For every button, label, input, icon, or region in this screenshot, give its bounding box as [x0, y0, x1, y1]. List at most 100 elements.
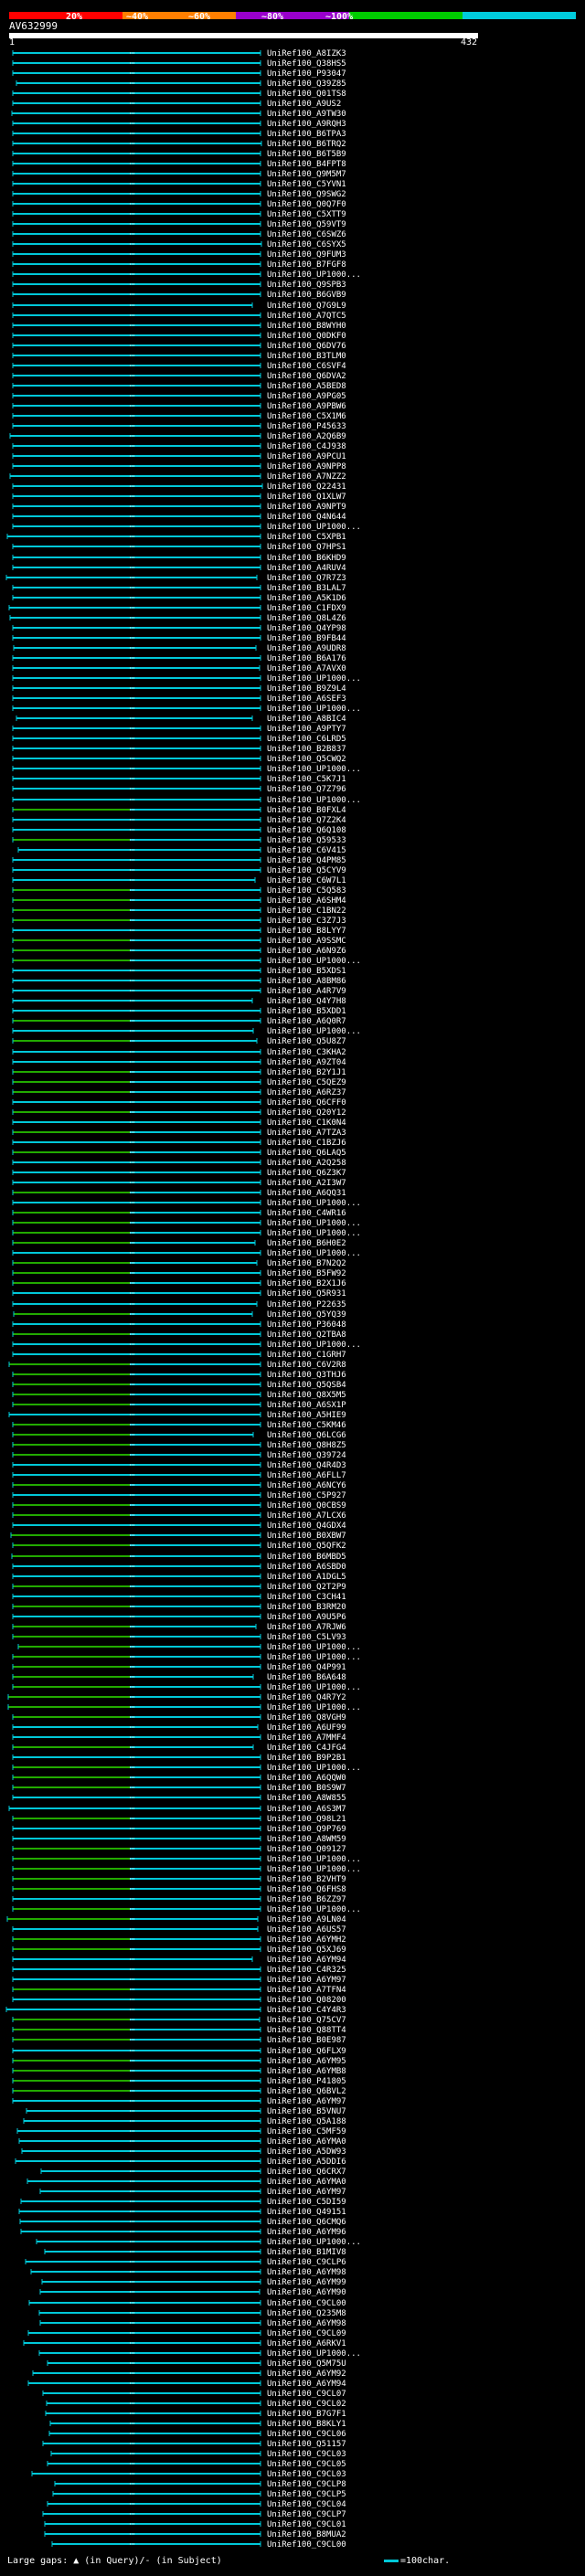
- hit-row[interactable]: UniRef100_A6Q0R7: [12, 1017, 346, 1026]
- hit-row[interactable]: UniRef100_A6YM97: [12, 1976, 346, 1985]
- hit-label[interactable]: UniRef100_A6QQ31: [267, 1189, 346, 1198]
- hit-label[interactable]: UniRef100_A6YM90: [267, 2288, 346, 2297]
- hit-label[interactable]: UniRef100_C5QEZ9: [267, 1078, 346, 1087]
- hit-label[interactable]: UniRef100_C9CL00: [267, 2299, 346, 2308]
- hit-label[interactable]: UniRef100_C9CL09: [267, 2329, 346, 2338]
- hit-row[interactable]: UniRef100_Q8X5M5: [12, 1391, 346, 1400]
- hit-row[interactable]: UniRef100_A9PCU1: [12, 452, 346, 461]
- hit-label[interactable]: UniRef100_C9CL03: [267, 2470, 346, 2479]
- hit-row[interactable]: UniRef100_A6US57: [12, 1925, 346, 1935]
- hit-label[interactable]: UniRef100_C6LRD5: [267, 735, 346, 744]
- hit-label[interactable]: UniRef100_C4R325: [267, 1966, 346, 1975]
- hit-row[interactable]: UniRef100_C3KHA2: [12, 1048, 346, 1057]
- hit-label[interactable]: UniRef100_Q9SWG2: [267, 190, 346, 199]
- hit-row[interactable]: UniRef100_B2X1J6: [12, 1279, 346, 1288]
- hit-label[interactable]: UniRef100_A6YM98: [267, 2268, 346, 2277]
- hit-label[interactable]: UniRef100_B7G7F1: [267, 2410, 346, 2419]
- hit-label[interactable]: UniRef100_Q9FUM3: [267, 250, 346, 260]
- hit-label[interactable]: UniRef100_UP1000...: [267, 2238, 361, 2247]
- hit-row[interactable]: UniRef100_Q8L4Z6: [9, 614, 346, 623]
- hit-row[interactable]: UniRef100_Q5CWQ2: [12, 755, 346, 764]
- hit-row[interactable]: UniRef100_C5QEZ9: [12, 1078, 346, 1087]
- hit-label[interactable]: UniRef100_Q4R4D3: [267, 1461, 346, 1470]
- hit-row[interactable]: UniRef100_C9CL05: [47, 2460, 346, 2469]
- hit-label[interactable]: UniRef100_A7AVX0: [267, 664, 346, 673]
- hit-label[interactable]: UniRef100_Q7R7Z3: [267, 574, 346, 583]
- hit-label[interactable]: UniRef100_A6YM97: [267, 2097, 346, 2106]
- hit-row[interactable]: UniRef100_B0FXL4: [12, 806, 346, 815]
- hit-label[interactable]: UniRef100_A9NPP8: [267, 462, 346, 472]
- hit-label[interactable]: UniRef100_A9ZT04: [267, 1058, 346, 1067]
- hit-label[interactable]: UniRef100_UP1000...: [267, 1341, 361, 1350]
- hit-label[interactable]: UniRef100_Q6CMQ6: [267, 2218, 346, 2227]
- hit-label[interactable]: UniRef100_UP1000...: [267, 1027, 361, 1036]
- hit-label[interactable]: UniRef100_Q7G9L9: [267, 302, 346, 311]
- hit-row[interactable]: UniRef100_C4R325: [12, 1966, 346, 1975]
- hit-label[interactable]: UniRef100_B6GVB9: [267, 291, 346, 300]
- hit-row[interactable]: UniRef100_C9CL09: [27, 2329, 346, 2338]
- hit-label[interactable]: UniRef100_UP1000...: [267, 270, 361, 280]
- hit-label[interactable]: UniRef100_A6FLL7: [267, 1471, 346, 1480]
- hit-row[interactable]: UniRef100_C5MF59: [16, 2127, 346, 2136]
- hit-label[interactable]: UniRef100_A2I3W7: [267, 1179, 346, 1188]
- hit-row[interactable]: UniRef100_A9PG05: [12, 392, 346, 401]
- hit-row[interactable]: UniRef100_A2Q258: [12, 1159, 346, 1168]
- hit-label[interactable]: UniRef100_B6A648: [267, 1673, 346, 1682]
- hit-label[interactable]: UniRef100_A6US57: [267, 1925, 346, 1935]
- hit-label[interactable]: UniRef100_A6YM95: [267, 2057, 346, 2066]
- hit-label[interactable]: UniRef100_A6Q0R7: [267, 1017, 346, 1026]
- hit-row[interactable]: UniRef100_Q9SWG2: [12, 190, 346, 199]
- hit-label[interactable]: UniRef100_Q01TS8: [267, 90, 346, 99]
- hit-label[interactable]: UniRef100_B6KHD9: [267, 554, 346, 563]
- hit-row[interactable]: UniRef100_UP1000...: [12, 1865, 361, 1874]
- hit-label[interactable]: UniRef100_UP1000...: [267, 1703, 361, 1712]
- hit-row[interactable]: UniRef100_A6YMA0: [27, 2178, 346, 2187]
- hit-label[interactable]: UniRef100_C6SVF4: [267, 362, 346, 371]
- hit-row[interactable]: UniRef100_B7G7F1: [45, 2410, 346, 2419]
- hit-row[interactable]: UniRef100_Q39724: [12, 1451, 346, 1460]
- hit-row[interactable]: UniRef100_Q6Q108: [12, 826, 346, 835]
- hit-row[interactable]: UniRef100_Q6CRX7: [40, 2168, 346, 2177]
- hit-label[interactable]: UniRef100_Q2TBA8: [267, 1330, 346, 1340]
- hit-row[interactable]: UniRef100_A6RZ37: [12, 1088, 346, 1097]
- hit-label[interactable]: UniRef100_Q5A188: [267, 2117, 346, 2126]
- hit-label[interactable]: UniRef100_A6YM99: [267, 2278, 346, 2287]
- hit-label[interactable]: UniRef100_B2B837: [267, 745, 346, 754]
- hit-label[interactable]: UniRef100_Q9M5M7: [267, 170, 346, 179]
- hit-label[interactable]: UniRef100_Q9P769: [267, 1825, 346, 1834]
- hit-row[interactable]: UniRef100_C1K0N4: [12, 1118, 346, 1128]
- hit-row[interactable]: UniRef100_A7RJW6: [12, 1623, 346, 1632]
- hit-row[interactable]: UniRef100_C9CL06: [48, 2430, 346, 2439]
- hit-label[interactable]: UniRef100_A6QQW0: [267, 1774, 346, 1783]
- hit-row[interactable]: UniRef100_UP1000...: [12, 1855, 361, 1864]
- hit-label[interactable]: UniRef100_Q7Z2K4: [267, 816, 346, 825]
- hit-row[interactable]: UniRef100_C9CL04: [47, 2500, 346, 2509]
- hit-row[interactable]: UniRef100_Q5M75U: [47, 2359, 346, 2369]
- hit-label[interactable]: UniRef100_A6SX1P: [267, 1401, 346, 1410]
- hit-label[interactable]: UniRef100_Q4P991: [267, 1663, 346, 1672]
- hit-label[interactable]: UniRef100_A6YM97: [267, 1976, 346, 1985]
- hit-row[interactable]: UniRef100_C5Q583: [12, 886, 346, 896]
- hit-row[interactable]: UniRef100_B3TLM0: [12, 352, 346, 361]
- hit-row[interactable]: UniRef100_Q0Q7F0: [12, 200, 346, 209]
- hit-label[interactable]: UniRef100_Q1XLW7: [267, 493, 346, 502]
- hit-row[interactable]: UniRef100_Q5A188: [23, 2117, 346, 2126]
- hit-row[interactable]: UniRef100_Q3THJ6: [12, 1371, 346, 1380]
- hit-row[interactable]: UniRef100_C1FDX9: [8, 604, 346, 613]
- hit-row[interactable]: UniRef100_C6W7L1: [12, 876, 346, 885]
- hit-label[interactable]: UniRef100_Q8L4Z6: [267, 614, 346, 623]
- hit-label[interactable]: UniRef100_A7QTC5: [267, 312, 346, 321]
- hit-row[interactable]: UniRef100_A5BED8: [12, 382, 346, 391]
- hit-row[interactable]: UniRef100_A6NCY6: [12, 1481, 346, 1490]
- hit-label[interactable]: UniRef100_B0S9W7: [267, 1784, 346, 1793]
- hit-row[interactable]: UniRef100_Q4Y7H8: [12, 997, 346, 1006]
- hit-row[interactable]: UniRef100_UP1000...: [12, 796, 361, 805]
- hit-row[interactable]: UniRef100_UP1000...: [12, 957, 361, 966]
- hit-row[interactable]: UniRef100_A6YM92: [32, 2369, 346, 2379]
- hit-row[interactable]: UniRef100_A5K1D6: [12, 594, 346, 603]
- hit-row[interactable]: UniRef100_Q4GDX4: [12, 1521, 346, 1531]
- hit-row[interactable]: UniRef100_Q5QSB4: [12, 1381, 346, 1390]
- hit-label[interactable]: UniRef100_B6ZZ97: [267, 1895, 346, 1904]
- hit-label[interactable]: UniRef100_B7N2Q2: [267, 1259, 346, 1268]
- hit-row[interactable]: UniRef100_A6RKV1: [23, 2339, 346, 2348]
